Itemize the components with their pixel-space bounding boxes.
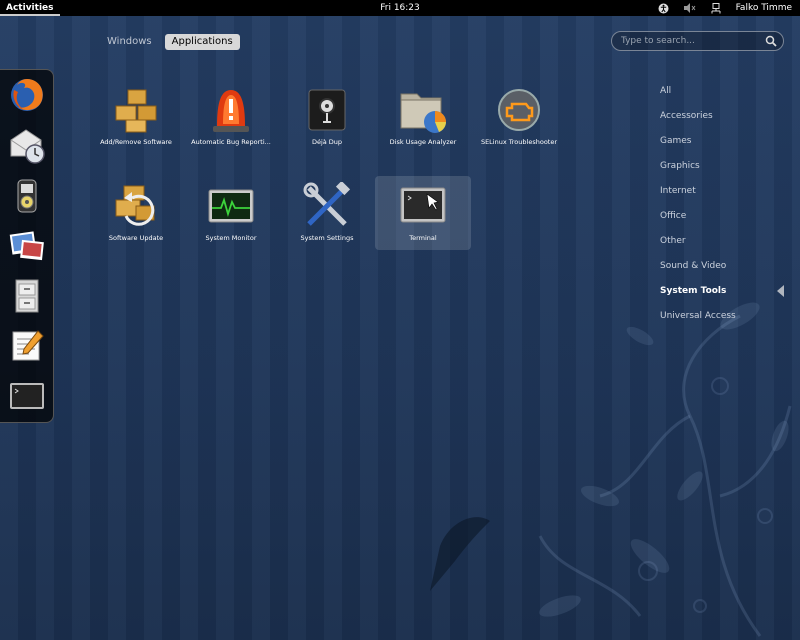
evolution-icon[interactable]	[7, 125, 47, 165]
app-selinux-troubleshooter[interactable]: SELinux Troubleshooter	[471, 80, 567, 154]
app-label: System Settings	[300, 234, 354, 242]
top-bar: Activities Fri 16:23 Falko Timme	[0, 0, 800, 16]
app-label: SELinux Troubleshooter	[480, 138, 558, 146]
app-label: Déjà Dup	[311, 138, 343, 146]
tab-windows[interactable]: Windows	[100, 34, 159, 50]
app-label: Automatic Bug Reporti...	[191, 138, 271, 146]
search-box	[611, 31, 784, 51]
settings-tools-icon	[303, 182, 351, 226]
app-terminal[interactable]: Terminal	[375, 176, 471, 250]
app-system-settings[interactable]: System Settings	[279, 176, 375, 250]
app-label: System Monitor	[205, 234, 257, 242]
search-icon[interactable]	[765, 35, 777, 47]
text-editor-icon[interactable]	[7, 326, 47, 366]
app-label: Terminal	[409, 234, 437, 242]
app-software-update[interactable]: Software Update	[88, 176, 184, 250]
volume-muted-icon[interactable]	[683, 0, 696, 16]
alarm-light-icon	[213, 90, 249, 132]
user-menu[interactable]: Falko Timme	[736, 0, 792, 16]
app-automatic-bug-reporting[interactable]: Automatic Bug Reporti...	[183, 80, 279, 154]
dash	[0, 69, 54, 423]
accessibility-icon[interactable]	[658, 0, 670, 16]
rhythmbox-icon[interactable]	[7, 176, 47, 216]
safe-icon	[308, 89, 346, 131]
category-system-tools[interactable]: System Tools	[660, 286, 726, 296]
clock-label[interactable]: Fri 16:23	[380, 3, 420, 13]
category-universal-access[interactable]: Universal Access	[660, 311, 736, 321]
firefox-icon[interactable]	[7, 75, 47, 115]
view-switcher: Windows Applications	[100, 34, 240, 50]
system-monitor-icon	[208, 189, 254, 223]
category-all[interactable]: All	[660, 86, 671, 96]
category-internet[interactable]: Internet	[660, 186, 696, 196]
disk-usage-icon	[400, 93, 446, 133]
app-label: Disk Usage Analyzer	[389, 138, 457, 146]
category-office[interactable]: Office	[660, 211, 686, 221]
app-label: Add/Remove Software	[100, 138, 172, 146]
status-tray: Falko Timme	[658, 0, 792, 16]
terminal-icon	[400, 187, 446, 223]
selected-category-arrow-icon	[777, 285, 784, 297]
search-input[interactable]	[621, 35, 761, 47]
terminal-icon[interactable]	[7, 376, 47, 416]
app-label: Software Update	[108, 234, 164, 242]
file-manager-icon[interactable]	[7, 276, 47, 316]
network-wired-icon[interactable]	[710, 0, 722, 16]
category-graphics[interactable]: Graphics	[660, 161, 700, 171]
app-disk-usage-analyzer[interactable]: Disk Usage Analyzer	[375, 80, 471, 154]
category-sound-video[interactable]: Sound & Video	[660, 261, 726, 271]
shotwell-icon[interactable]	[7, 226, 47, 266]
tab-applications[interactable]: Applications	[164, 34, 240, 50]
software-update-icon	[115, 185, 155, 226]
selinux-icon	[498, 89, 540, 131]
package-icon	[115, 89, 157, 133]
activities-button[interactable]: Activities	[0, 0, 60, 16]
category-accessories[interactable]: Accessories	[660, 111, 713, 121]
app-add-remove-software[interactable]: Add/Remove Software	[88, 80, 184, 154]
app-deja-dup[interactable]: Déjà Dup	[279, 80, 375, 154]
app-system-monitor[interactable]: System Monitor	[183, 176, 279, 250]
category-games[interactable]: Games	[660, 136, 691, 146]
category-other[interactable]: Other	[660, 236, 686, 246]
